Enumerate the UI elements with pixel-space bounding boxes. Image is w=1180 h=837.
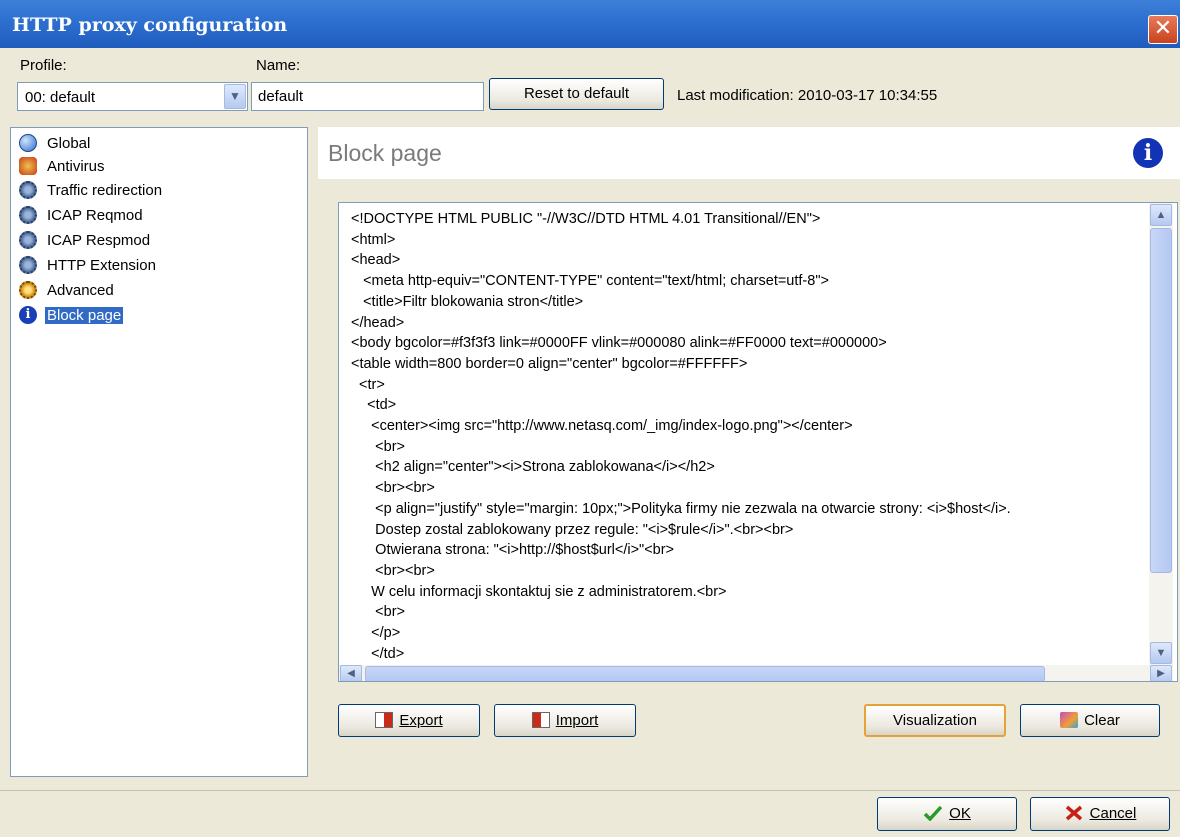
info-icon: i <box>19 306 37 324</box>
export-icon <box>375 712 394 728</box>
tree-item-icap-reqmod[interactable]: ICAP Reqmod <box>19 204 145 226</box>
gear-icon <box>19 281 37 299</box>
code-line: </p> <box>351 625 401 642</box>
name-label: Name: <box>256 57 301 74</box>
code-line: Otwierana strona: "<i>http://$host$url</… <box>351 542 675 559</box>
tree-item-label: HTTP Extension <box>47 256 156 274</box>
tree-item-global[interactable]: Global <box>19 132 92 154</box>
window-title: HTTP proxy configuration <box>12 14 288 36</box>
visualization-button[interactable]: Visualization <box>864 704 1006 737</box>
tree-item-label: Advanced <box>47 281 114 299</box>
code-line: <br><br> <box>351 562 435 579</box>
panel-title: Block page <box>328 140 442 166</box>
tree-item-block-page[interactable]: i Block page <box>19 304 124 326</box>
tree-item-label: ICAP Respmod <box>47 231 151 249</box>
code-line: W celu informacji skontaktuj sie z admin… <box>351 583 727 600</box>
vertical-scrollbar[interactable]: ▲ ▼ <box>1149 203 1173 665</box>
clear-icon <box>1060 712 1079 728</box>
code-line: <html> <box>351 231 396 248</box>
profile-label: Profile: <box>20 57 67 74</box>
import-label: Import <box>555 712 599 729</box>
tree-item-label: ICAP Reqmod <box>47 206 143 224</box>
code-line: </head> <box>351 314 405 331</box>
export-label: Export <box>399 712 443 729</box>
code-line: <br> <box>351 438 405 455</box>
gear-icon <box>19 231 37 249</box>
close-icon <box>1065 805 1082 821</box>
code-line: Dostep zostal zablokowany przez regule: … <box>351 521 794 538</box>
code-line: <h2 align="center"><i>Strona zablokowana… <box>351 459 715 476</box>
tree-item-advanced[interactable]: Advanced <box>19 279 116 301</box>
name-input[interactable] <box>251 82 484 111</box>
cancel-label: Cancel <box>1089 805 1137 822</box>
gear-icon <box>19 206 37 224</box>
code-line: <center><img src="http://www.netasq.com/… <box>351 418 853 435</box>
tree-item-antivirus[interactable]: Antivirus <box>19 155 107 177</box>
last-modification-text: Last modification: 2010-03-17 10:34:55 <box>677 87 938 104</box>
scroll-down-icon[interactable]: ▼ <box>1150 642 1172 664</box>
horizontal-scroll-thumb[interactable] <box>365 666 1045 681</box>
info-icon[interactable]: i <box>1133 138 1163 168</box>
gear-icon <box>19 181 37 199</box>
code-line: <td> <box>351 397 397 414</box>
tree-item-icap-respmod[interactable]: ICAP Respmod <box>19 229 152 251</box>
code-line: <br> <box>351 604 405 621</box>
tree-item-label: Global <box>47 134 91 152</box>
clear-button[interactable]: Clear <box>1020 704 1160 737</box>
clear-label: Clear <box>1084 712 1120 729</box>
gear-icon <box>19 256 37 274</box>
scroll-left-icon[interactable]: ◀ <box>340 665 362 681</box>
code-line: <br><br> <box>351 480 435 497</box>
profile-select[interactable]: 00: default ▼ <box>17 82 248 111</box>
code-line: <tr> <box>351 376 385 393</box>
tree-item-traffic-redirection[interactable]: Traffic redirection <box>19 179 164 201</box>
import-icon <box>531 712 550 728</box>
tree-item-label: Block page <box>45 306 124 324</box>
tree-item-http-extension[interactable]: HTTP Extension <box>19 254 158 276</box>
import-button[interactable]: Import <box>494 704 636 737</box>
code-line: <head> <box>351 252 401 269</box>
code-line: <p align="justify" style="margin: 10px;"… <box>351 500 1011 517</box>
globe-icon <box>19 134 37 152</box>
chevron-down-icon[interactable]: ▼ <box>224 84 246 109</box>
code-line: <meta http-equiv="CONTENT-TYPE" content=… <box>351 273 829 290</box>
category-tree: Global Antivirus Traffic redirection ICA… <box>10 127 308 777</box>
vertical-scroll-thumb[interactable] <box>1150 228 1172 573</box>
code-line: <table width=800 border=0 align="center"… <box>351 355 748 372</box>
ok-button[interactable]: OK <box>877 797 1017 831</box>
profile-selected-value: 00: default <box>25 89 96 106</box>
tree-item-label: Traffic redirection <box>47 181 163 199</box>
horizontal-scrollbar[interactable]: ◀ ▶ <box>339 665 1173 681</box>
antivirus-icon <box>19 157 37 175</box>
title-bar: HTTP proxy configuration ✕ <box>0 0 1180 48</box>
panel-header: Block page i <box>318 127 1180 179</box>
cancel-button[interactable]: Cancel <box>1030 797 1170 831</box>
editor-text[interactable]: <!DOCTYPE HTML PUBLIC "-//W3C//DTD HTML … <box>351 209 1141 669</box>
block-page-panel: Block page i <!DOCTYPE HTML PUBLIC "-//W… <box>318 127 1180 777</box>
code-line: <title>Filtr blokowania stron</title> <box>351 293 584 310</box>
scroll-right-icon[interactable]: ▶ <box>1150 665 1172 681</box>
ok-label: OK <box>949 805 971 822</box>
html-editor[interactable]: <!DOCTYPE HTML PUBLIC "-//W3C//DTD HTML … <box>338 202 1178 682</box>
code-line: <!DOCTYPE HTML PUBLIC "-//W3C//DTD HTML … <box>351 211 821 227</box>
close-button[interactable]: ✕ <box>1148 15 1178 44</box>
code-line: <body bgcolor=#f3f3f3 link=#0000FF vlink… <box>351 335 887 352</box>
reset-to-default-button[interactable]: Reset to default <box>489 78 664 110</box>
check-icon <box>923 805 943 821</box>
code-line: </td> <box>351 645 405 662</box>
dialog-window: HTTP proxy configuration ✕ Profile: Name… <box>0 0 1180 837</box>
scroll-up-icon[interactable]: ▲ <box>1150 204 1172 226</box>
export-button[interactable]: Export <box>338 704 480 737</box>
tree-item-label: Antivirus <box>47 157 105 175</box>
